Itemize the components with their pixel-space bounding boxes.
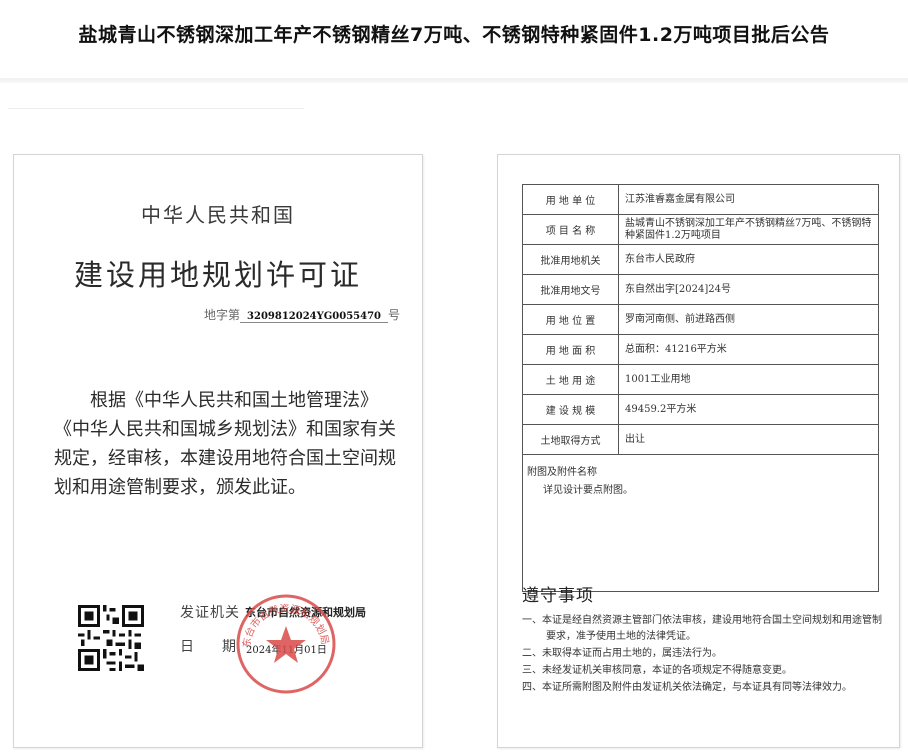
table-row: 土地取得方式 出让 [522,424,879,455]
certificate-number-row: 地字第 3209812024YG0055470 号 [204,306,400,323]
official-seal: 东台市自然资源和规划局行政审批专用章 [234,592,336,694]
row-value: 江苏淮睿嘉金属有限公司 [618,184,879,215]
certificate-number: 3209812024YG0055470 [240,311,389,323]
notice-list: 一、本证是经自然资源主管部门依法审核，建设用地符合国土空间规划和用途管制要求，准… [522,613,888,697]
certificate-details-page: 用 地 单 位江苏淮睿嘉金属有限公司 项 目 名 称盐城青山不锈钢深加工年产不锈… [497,154,900,748]
notice-item: 四、本证所需附图及附件由发证机关依法确定，与本证具有同等法律效力。 [522,682,852,693]
row-label: 批准用地机关 [522,244,619,275]
row-label: 批准用地文号 [522,274,619,305]
row-label: 土 地 用 途 [522,364,619,395]
qr-code-icon [78,605,144,671]
number-prefix: 地字第 [204,308,241,322]
table-row: 批准用地机关 东台市人民政府 [522,244,879,275]
certificate-country: 中华人民共和国 [141,203,295,227]
table-row: 批准用地文号 东自然出字[2024]24号 [522,274,879,305]
notice-item: 二、未取得本证而占用土地的，属违法行为。 [522,648,722,659]
row-label: 用 地 单 位 [522,184,619,215]
table-row: 用 地 单 位江苏淮睿嘉金属有限公司 [522,184,879,215]
table-row: 项 目 名 称盐城青山不锈钢深加工年产不锈钢精丝7万吨、不锈钢特种紧固件1.2万… [522,214,879,245]
row-label: 项 目 名 称 [522,214,619,245]
attachments-cell: 附图及附件名称 详见设计要点附图。 [522,454,879,592]
row-value: 东台市人民政府 [618,244,879,275]
notice-item: 三、未经发证机关审核同意，本证的各项规定不得随意变更。 [522,665,792,676]
row-value: 盐城青山不锈钢深加工年产不锈钢精丝7万吨、不锈钢特种紧固件1.2万吨项目 [618,214,879,245]
row-value: 1001工业用地 [618,364,879,395]
row-label: 用 地 面 积 [522,334,619,365]
row-label: 建 设 规 模 [522,394,619,425]
notice-item: 一、本证是经自然资源主管部门依法审核，建设用地符合国土空间规划和用途管制要求，准… [522,615,882,642]
title-divider [0,78,908,83]
row-label: 用 地 位 置 [522,304,619,335]
row-label: 土地取得方式 [522,424,619,455]
certificate-body: 根据《中华人民共和国土地管理法》《中华人民共和国城乡规划法》和国家有关规定，经审… [54,390,396,498]
row-value: 出让 [618,424,879,455]
number-suffix: 号 [388,308,401,322]
attachments-value: 详见设计要点附图。 [543,485,633,496]
row-value: 总面积：41216平方米 [618,334,879,365]
faint-divider [8,108,304,109]
table-row: 用 地 面 积总面积：41216平方米 [522,334,879,365]
page-title: 盐城青山不锈钢深加工年产不锈钢精丝7万吨、不锈钢特种紧固件1.2万吨项目批后公告 [78,24,830,46]
row-value: 东自然出字[2024]24号 [618,274,879,305]
row-value: 49459.2平方米 [618,394,879,425]
row-value: 罗南河南侧、前进路西侧 [618,304,879,335]
table-row: 建 设 规 模 49459.2平方米 [522,394,879,425]
notice-title: 遵守事项 [522,586,594,606]
table-row: 用 地 位 置罗南河南侧、前进路西侧 [522,304,879,335]
attachments-title: 附图及附件名称 [527,467,597,478]
table-row: 土 地 用 途 1001工业用地 [522,364,879,395]
certificate-page: 中华人民共和国 建设用地规划许可证 地字第 3209812024YG0055470… [13,154,423,748]
certificate-title: 建设用地规划许可证 [73,258,362,292]
attachments-row: 附图及附件名称 详见设计要点附图。 [522,454,879,592]
issuer-label: 发证机关 [180,605,240,621]
details-table: 用 地 单 位江苏淮睿嘉金属有限公司 项 目 名 称盐城青山不锈钢深加工年产不锈… [522,184,879,592]
